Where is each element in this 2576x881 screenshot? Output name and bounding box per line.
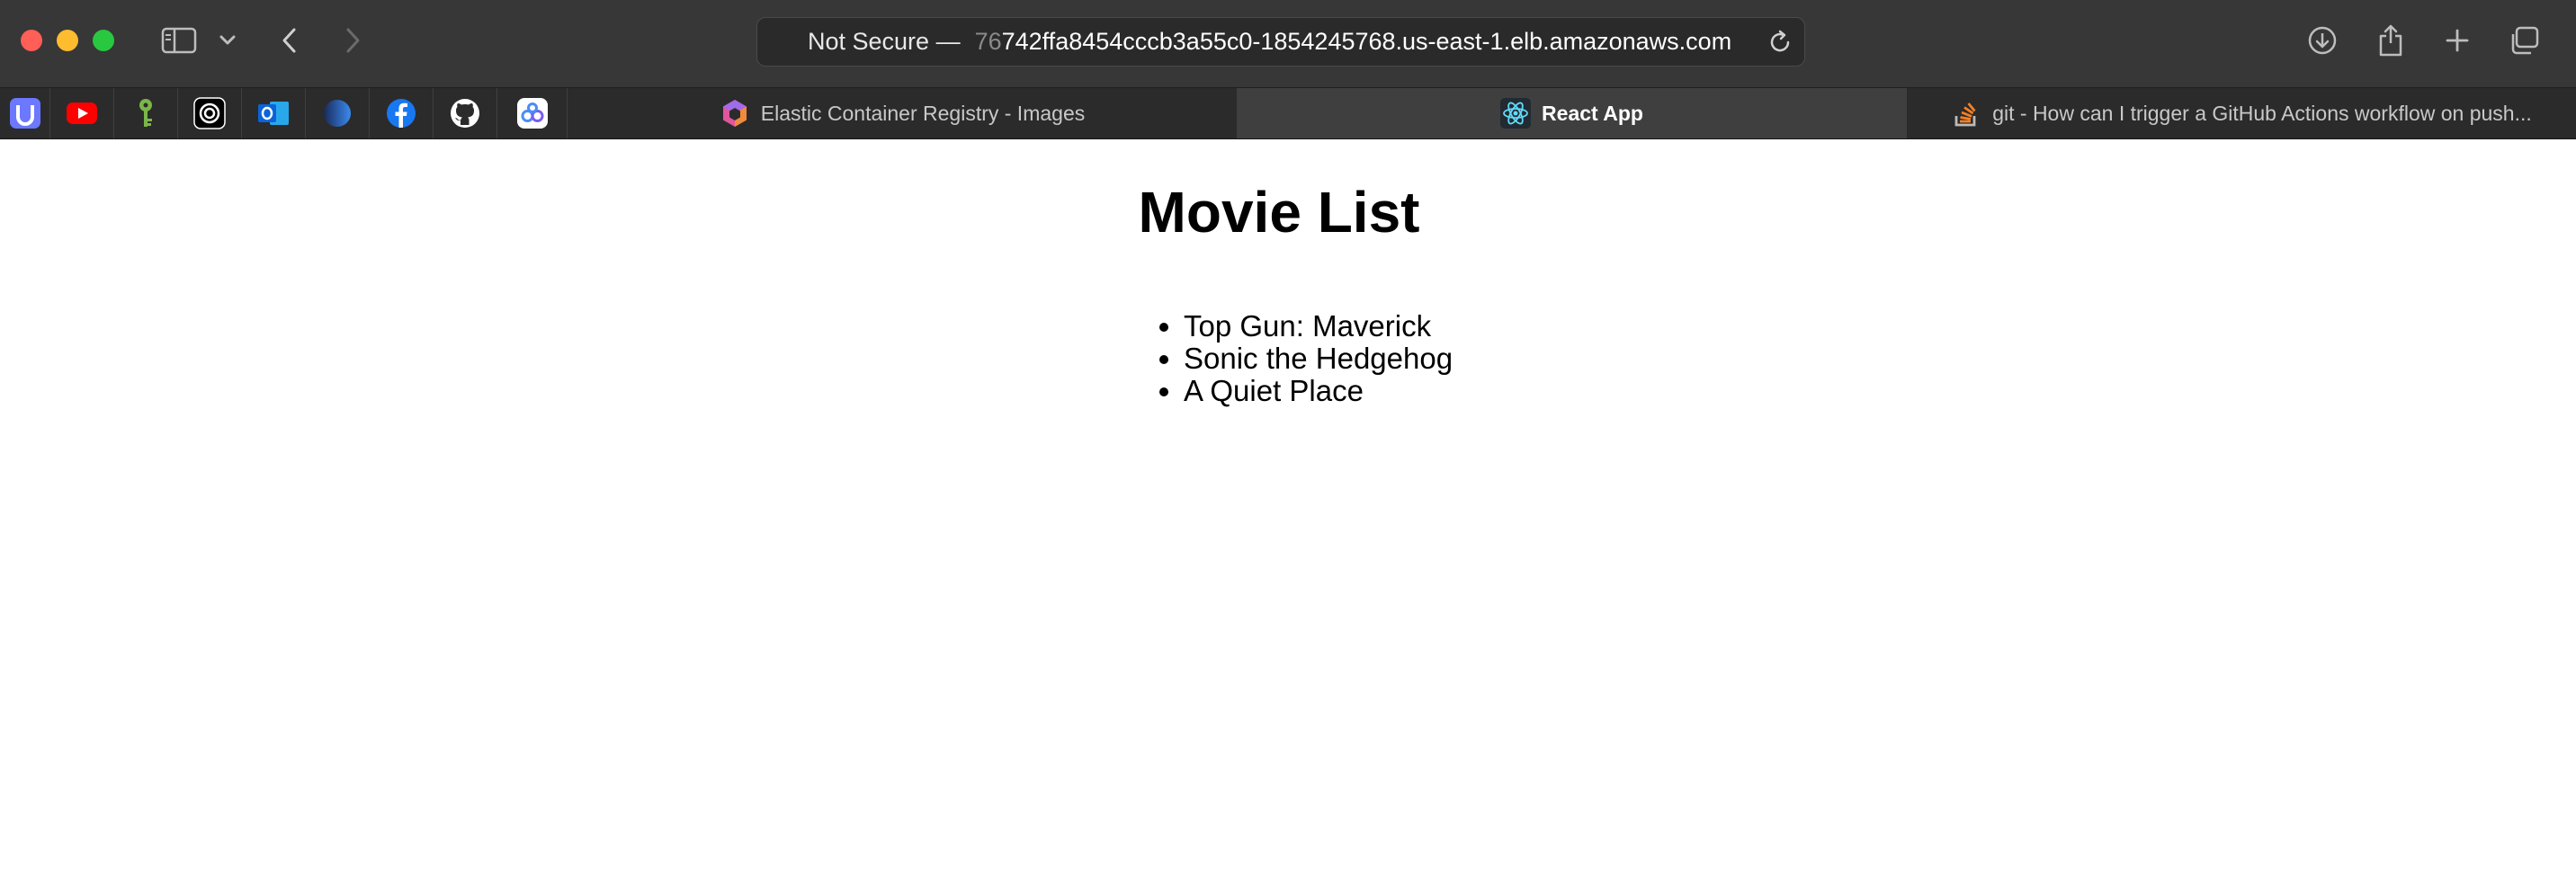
- url-host-prefix: 76: [974, 28, 1002, 55]
- tab-label: React App: [1542, 101, 1643, 125]
- sidebar-toggle-icon[interactable]: [158, 20, 200, 61]
- tab-strip: Elastic Container Registry - Images Reac…: [0, 88, 2576, 139]
- browser-window: Not Secure — 76742ffa8454cccb3a55c0-18542…: [0, 0, 2576, 881]
- key-icon: [139, 99, 152, 127]
- tab-react-app[interactable]: React App: [1238, 88, 1907, 138]
- youtube-icon: [67, 102, 97, 124]
- back-arrow-icon[interactable]: [275, 20, 302, 61]
- react-icon: [1500, 98, 1532, 129]
- pinned-tab-outlook[interactable]: [242, 88, 306, 138]
- pinned-tab-github[interactable]: [434, 88, 497, 138]
- movie-list: Top Gun: Maverick Sonic the Hedgehog A Q…: [1149, 310, 1453, 407]
- url-text: Not Secure — 76742ffa8454cccb3a55c0-18542…: [808, 18, 1731, 66]
- tab-elastic-container-registry[interactable]: Elastic Container Registry - Images: [568, 88, 1238, 138]
- zoom-window-button[interactable]: [93, 30, 114, 51]
- pinned-tab-youtube[interactable]: [50, 88, 114, 138]
- browser-toolbar: Not Secure — 76742ffa8454cccb3a55c0-18542…: [0, 0, 2576, 88]
- tab-overview-icon[interactable]: [2506, 20, 2542, 61]
- forward-arrow-icon[interactable]: [340, 20, 367, 61]
- reload-icon[interactable]: [1767, 29, 1793, 56]
- chevron-down-icon[interactable]: [216, 20, 239, 61]
- pinned-tab-facebook[interactable]: [370, 88, 434, 138]
- pinned-tab-infinity[interactable]: [497, 88, 568, 138]
- address-bar[interactable]: Not Secure — 76742ffa8454cccb3a55c0-18542…: [756, 17, 1805, 67]
- tab-stackoverflow-git[interactable]: git - How can I trigger a GitHub Actions…: [1907, 88, 2576, 138]
- url-host: 742ffa8454cccb3a55c0-1854245768.us-east-…: [1001, 28, 1732, 55]
- pinned-tab-openai[interactable]: [178, 88, 242, 138]
- pinned-tab-key[interactable]: [114, 88, 178, 138]
- list-item: Top Gun: Maverick: [1184, 310, 1453, 343]
- udacity-icon: [9, 98, 40, 129]
- pinned-tab-globe[interactable]: [306, 88, 370, 138]
- openai-icon: [193, 97, 226, 129]
- downloads-icon[interactable]: [2304, 20, 2340, 61]
- new-tab-plus-icon[interactable]: [2439, 20, 2475, 61]
- page-title: Movie List: [1138, 180, 1420, 245]
- aws-ecr-icon: [722, 100, 747, 127]
- globe-dark-icon: [324, 100, 351, 127]
- close-window-button[interactable]: [21, 30, 42, 51]
- outlook-icon: [258, 102, 289, 125]
- infinity-icon: [516, 98, 548, 129]
- page-content: Movie List Top Gun: Maverick Sonic the H…: [0, 139, 2576, 881]
- facebook-icon: [387, 99, 416, 128]
- github-icon: [451, 99, 479, 128]
- tab-label: git - How can I trigger a GitHub Actions…: [1992, 101, 2532, 125]
- list-item: A Quiet Place: [1184, 375, 1453, 407]
- security-status: Not Secure —: [808, 28, 961, 55]
- minimize-window-button[interactable]: [57, 30, 78, 51]
- list-item: Sonic the Hedgehog: [1184, 343, 1453, 375]
- share-icon[interactable]: [2373, 20, 2409, 61]
- pinned-tab-udacity[interactable]: [0, 88, 50, 138]
- tab-label: Elastic Container Registry - Images: [760, 101, 1086, 125]
- stackoverflow-icon: [1954, 102, 1976, 127]
